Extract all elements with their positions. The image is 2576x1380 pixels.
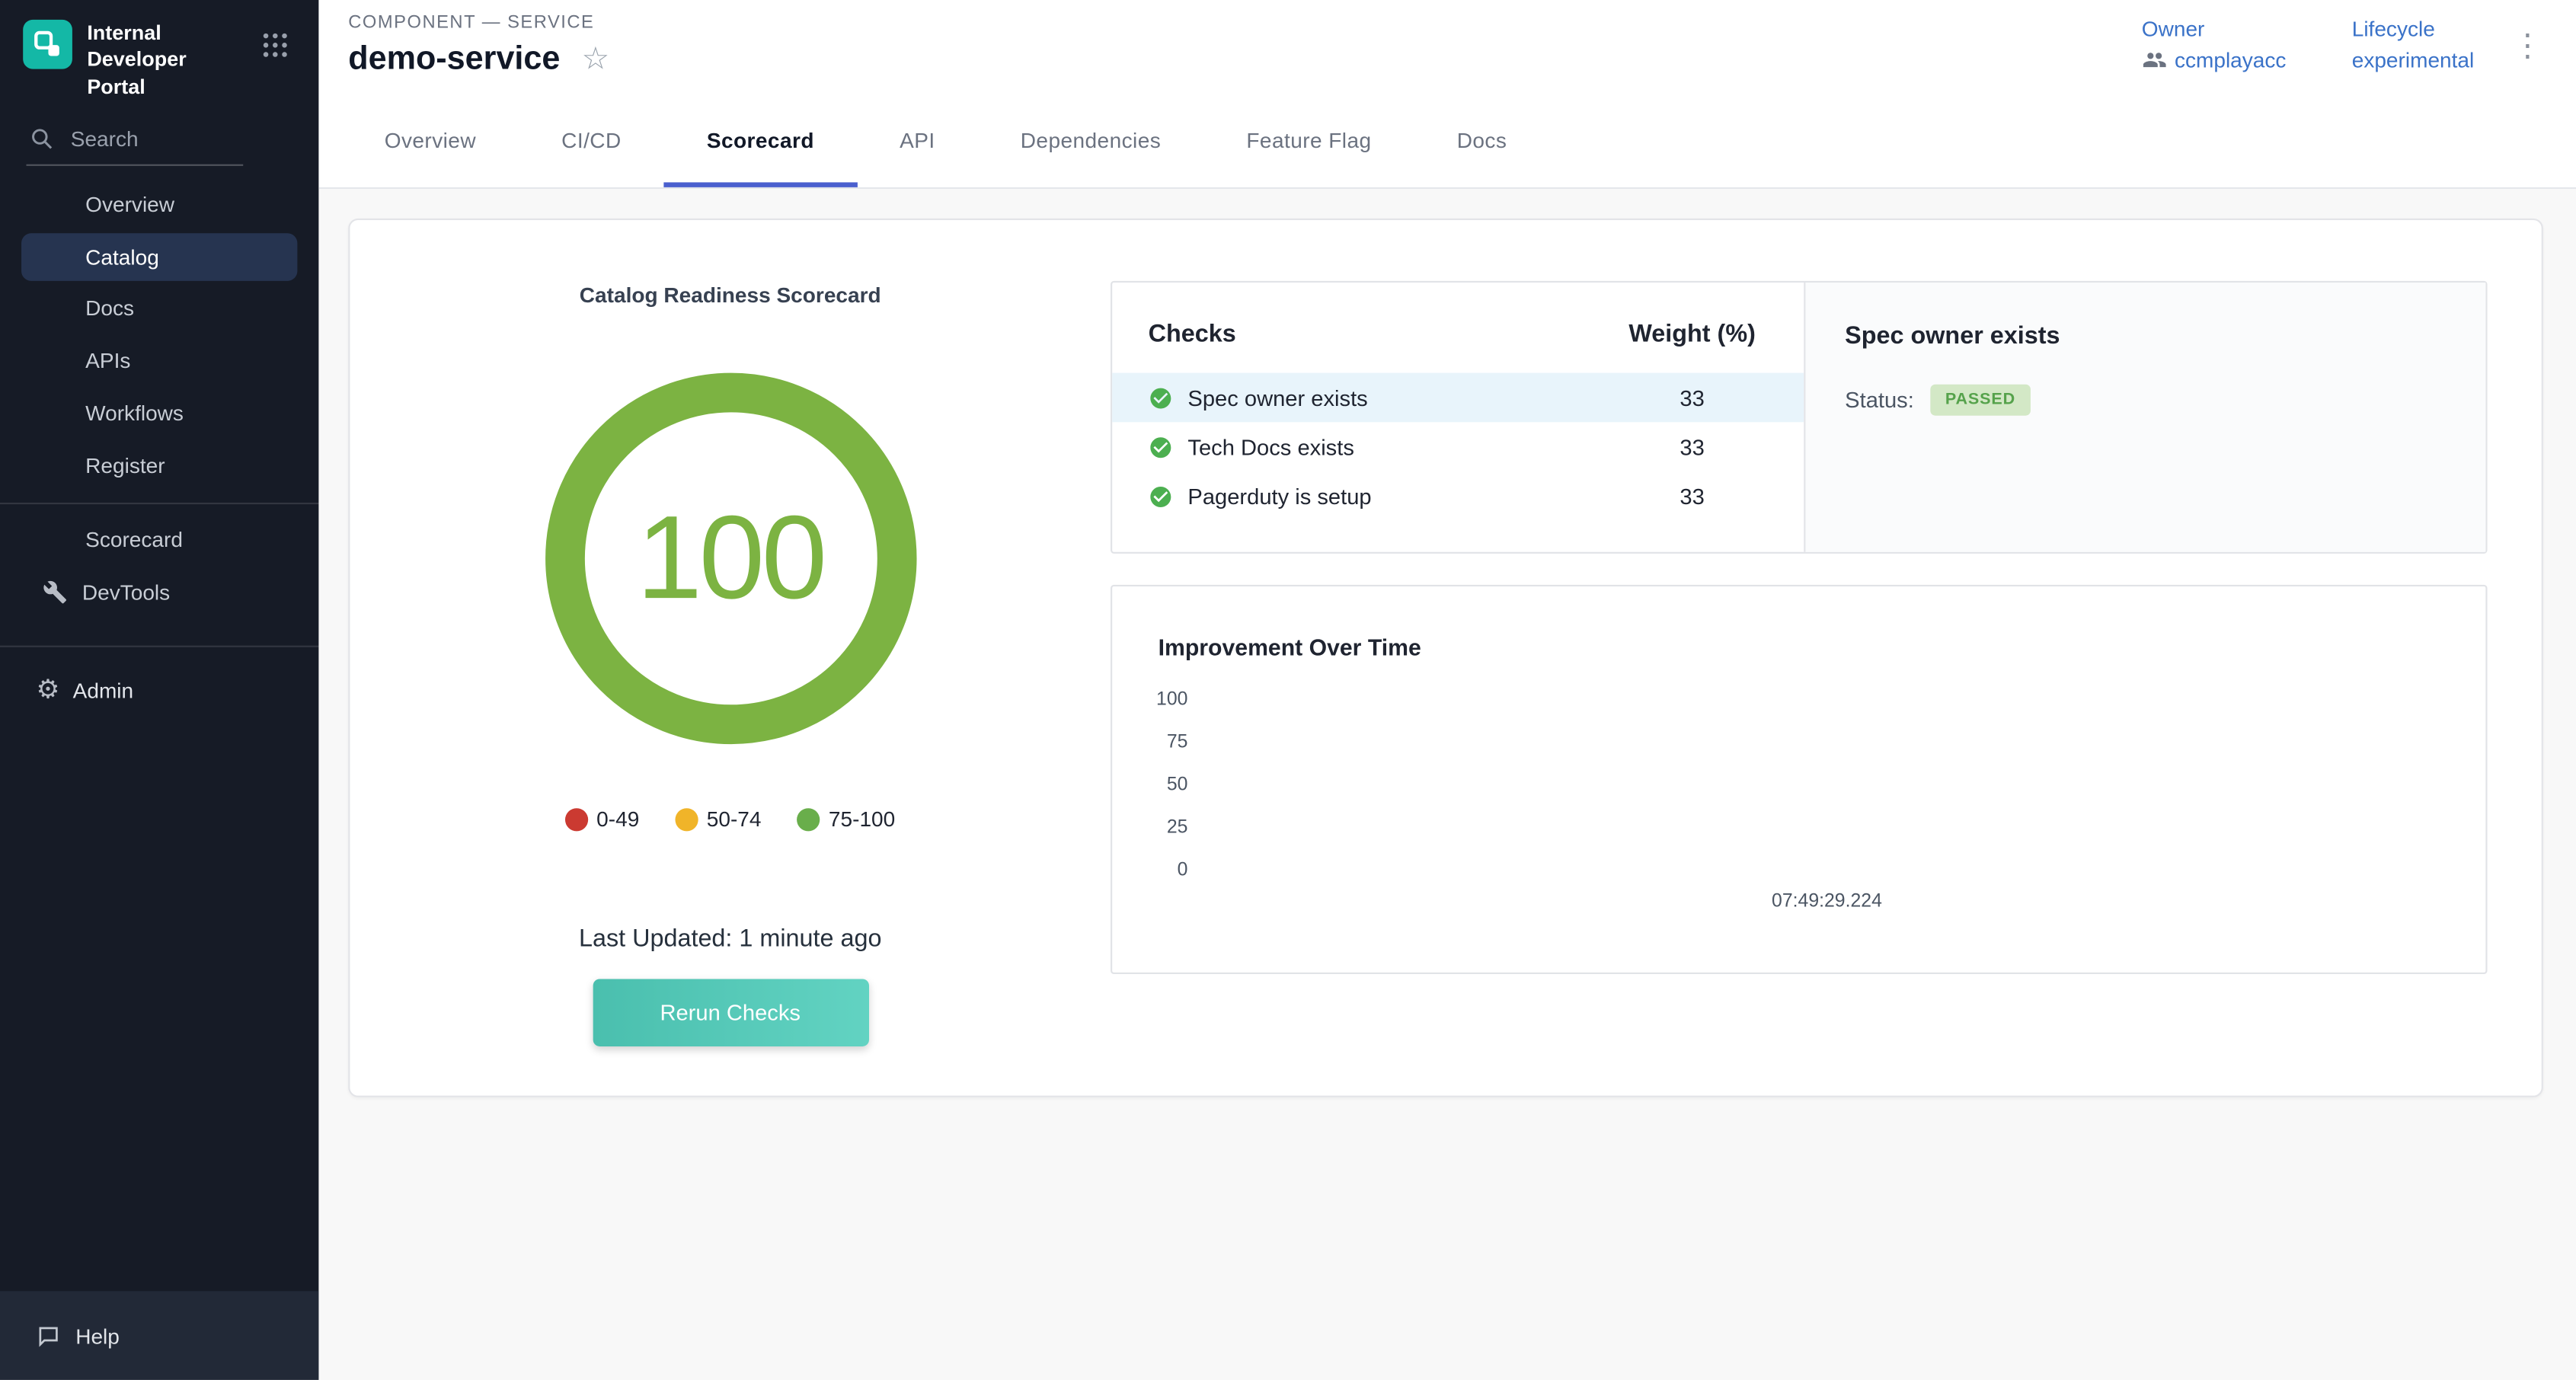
sidebar-item-workflows[interactable]: Workflows: [0, 387, 318, 439]
weight-column-header: Weight (%): [1610, 320, 1775, 348]
sidebar-item-docs[interactable]: Docs: [0, 282, 318, 334]
sidebar-search[interactable]: Search: [0, 113, 318, 161]
check-name: Tech Docs exists: [1187, 434, 1609, 458]
help-label: Help: [75, 1323, 120, 1347]
status-badge: PASSED: [1930, 385, 2030, 416]
rerun-checks-button[interactable]: Rerun Checks: [593, 979, 868, 1046]
sidebar-item-devtools[interactable]: DevTools: [0, 567, 318, 619]
check-weight: 33: [1610, 385, 1775, 410]
portal-logo-icon: [31, 28, 64, 61]
entity-tabs: Overview CI/CD Scorecard API Dependencie…: [318, 94, 2576, 189]
gauge-section: Catalog Readiness Scorecard 100 0-49 50-…: [350, 220, 1111, 1096]
apps-grid-icon[interactable]: [261, 31, 289, 67]
scorecard-content: Catalog Readiness Scorecard 100 0-49 50-…: [318, 189, 2576, 1380]
check-row-spec-owner[interactable]: Spec owner exists 33: [1112, 373, 1804, 423]
checks-table: Checks Weight (%) Spec owner exists 33: [1112, 283, 1804, 552]
owner-link[interactable]: ccmplayacc: [2142, 48, 2287, 72]
check-weight: 33: [1610, 434, 1775, 458]
checks-panel: Checks Weight (%) Spec owner exists 33: [1111, 281, 2487, 554]
search-divider: [27, 164, 244, 165]
sidebar-item-help[interactable]: Help: [0, 1291, 318, 1379]
wrench-icon: [43, 580, 67, 605]
breadcrumb: COMPONENT — SERVICE: [348, 13, 594, 33]
sidebar-divider: [0, 645, 318, 647]
main-area: COMPONENT — SERVICE demo-service ☆ Owner…: [318, 0, 2576, 1380]
check-name: Spec owner exists: [1187, 385, 1609, 410]
portal-logo[interactable]: [23, 20, 72, 69]
more-options-kebab-icon[interactable]: ⋮: [2512, 31, 2543, 62]
legend-item-high: 75-100: [797, 807, 895, 831]
check-name: Pagerduty is setup: [1187, 484, 1609, 508]
lifecycle-label: Lifecycle: [2352, 17, 2475, 41]
y-axis-tick: 75: [1112, 731, 1187, 754]
sidebar-item-catalog[interactable]: Catalog: [21, 233, 297, 281]
scorecard-card: Catalog Readiness Scorecard 100 0-49 50-…: [348, 219, 2543, 1097]
lifecycle-block: Lifecycle experimental: [2352, 17, 2475, 72]
admin-label: Admin: [73, 679, 134, 703]
chart-title: Improvement Over Time: [1159, 634, 1421, 661]
y-axis-tick: 100: [1112, 688, 1187, 711]
entity-meta: Owner ccmplayacc Lifecycle experimental: [2142, 17, 2474, 72]
owner-label: Owner: [2142, 17, 2287, 41]
check-circle-icon: [1149, 385, 1173, 410]
check-weight: 33: [1610, 484, 1775, 508]
sidebar-item-overview[interactable]: Overview: [0, 179, 318, 232]
y-axis-tick: 25: [1112, 816, 1187, 839]
check-circle-icon: [1149, 434, 1173, 458]
improvement-chart-panel: Improvement Over Time 100 75 50 25 0 07:…: [1111, 585, 2487, 974]
app-window: Internal Developer Portal Search Overvie…: [0, 0, 2576, 1380]
x-axis-tick: 07:49:29.224: [1702, 890, 1952, 913]
sidebar-item-apis[interactable]: APIs: [0, 334, 318, 387]
last-updated-text: Last Updated: 1 minute ago: [579, 925, 882, 953]
favorite-star-icon[interactable]: ☆: [581, 44, 609, 75]
sidebar-search-label: Search: [71, 126, 139, 151]
check-circle-icon: [1149, 484, 1173, 508]
tab-scorecard[interactable]: Scorecard: [664, 94, 857, 187]
help-chat-icon: [36, 1323, 60, 1347]
score-value: 100: [637, 491, 824, 626]
tab-dependencies[interactable]: Dependencies: [978, 94, 1204, 187]
y-axis-tick: 50: [1112, 774, 1187, 797]
entity-header: COMPONENT — SERVICE demo-service ☆ Owner…: [318, 0, 2576, 94]
scorecard-title: Catalog Readiness Scorecard: [580, 283, 881, 307]
tab-api[interactable]: API: [857, 94, 978, 187]
legend-item-mid: 50-74: [676, 807, 762, 831]
search-icon: [30, 126, 54, 151]
sidebar-item-scorecard[interactable]: Scorecard: [0, 514, 318, 567]
y-axis-tick: 0: [1112, 859, 1187, 882]
tab-overview[interactable]: Overview: [342, 94, 519, 187]
check-detail-panel: Spec owner exists Status: PASSED: [1804, 283, 2485, 552]
legend-item-low: 0-49: [565, 807, 639, 831]
score-gauge: 100: [545, 373, 916, 744]
score-legend: 0-49 50-74 75-100: [565, 807, 895, 831]
sidebar-nav: Overview Catalog Docs APIs Workflows Reg…: [0, 179, 318, 619]
check-row-tech-docs[interactable]: Tech Docs exists 33: [1112, 422, 1804, 471]
legend-dot-red: [565, 807, 588, 830]
tab-docs[interactable]: Docs: [1414, 94, 1550, 187]
group-icon: [2142, 48, 2166, 72]
sidebar-divider: [0, 502, 318, 503]
tab-cicd[interactable]: CI/CD: [519, 94, 664, 187]
details-section: Checks Weight (%) Spec owner exists 33: [1111, 220, 2542, 1096]
sidebar-item-register[interactable]: Register: [0, 440, 318, 493]
checks-table-header: Checks Weight (%): [1112, 305, 1804, 361]
sidebar: Internal Developer Portal Search Overvie…: [0, 0, 318, 1380]
owner-block: Owner ccmplayacc: [2142, 17, 2287, 72]
tab-feature-flag[interactable]: Feature Flag: [1203, 94, 1414, 187]
brand-title: Internal Developer Portal: [87, 20, 235, 100]
status-label: Status:: [1845, 388, 1914, 412]
lifecycle-value[interactable]: experimental: [2352, 48, 2475, 72]
gear-icon: ⚙: [36, 678, 59, 704]
check-detail-title: Spec owner exists: [1845, 322, 2446, 350]
sidebar-item-admin[interactable]: ⚙ Admin: [0, 663, 318, 719]
legend-dot-green: [797, 807, 820, 830]
legend-dot-amber: [676, 807, 698, 830]
checks-column-header: Checks: [1149, 320, 1610, 348]
page-title: demo-service: [348, 41, 560, 79]
check-row-pagerduty[interactable]: Pagerduty is setup 33: [1112, 471, 1804, 521]
